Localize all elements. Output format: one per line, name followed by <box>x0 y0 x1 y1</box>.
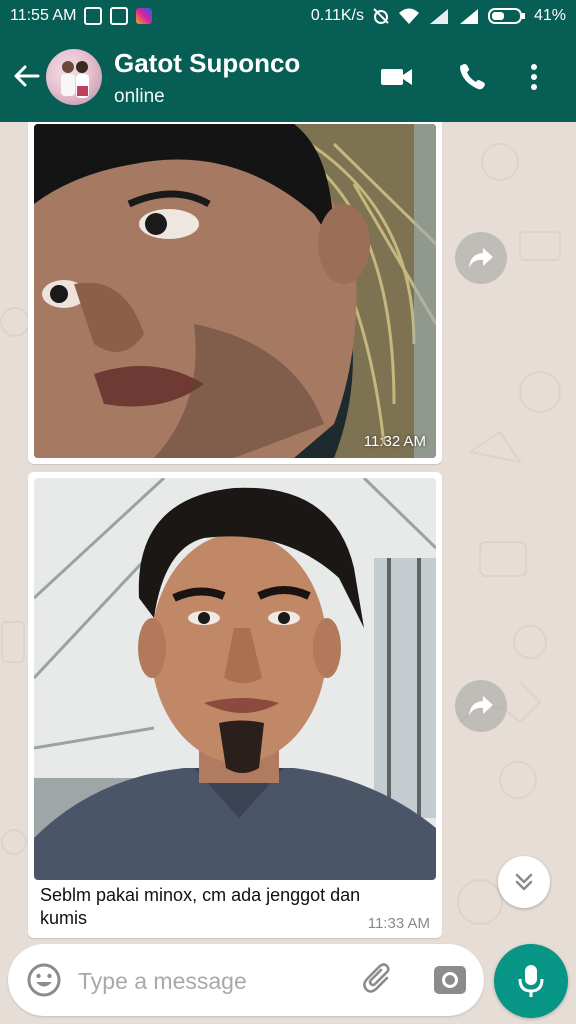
forward-icon <box>469 248 493 268</box>
signal-icon <box>429 9 448 24</box>
message-photo-2[interactable] <box>34 478 436 880</box>
battery-icon <box>487 8 525 24</box>
forward-button-2[interactable] <box>455 680 507 732</box>
message-input[interactable] <box>76 964 350 998</box>
message-time-2: 11:33 AM <box>367 915 430 932</box>
battery-percentage: 41% <box>533 7 566 24</box>
mic-button[interactable] <box>494 944 568 1018</box>
network-speed: 0.11K/s <box>310 7 364 24</box>
alarm-off-icon <box>373 8 389 24</box>
bbm-notification-icon <box>84 7 103 25</box>
more-options-icon[interactable] <box>524 62 544 92</box>
bbm-notification-icon-2 <box>110 7 129 25</box>
attach-icon[interactable] <box>360 962 396 998</box>
instagram-notification-icon <box>136 8 153 24</box>
camera-icon[interactable] <box>432 962 468 998</box>
message-photo-1[interactable]: 11:32 AM <box>34 124 436 458</box>
message-time-1: 11:32 AM <box>363 433 426 450</box>
selfie-photo-1 <box>34 124 436 458</box>
message-composer <box>8 944 484 1016</box>
scroll-down-icon <box>515 873 533 891</box>
phone-icon[interactable] <box>456 62 490 92</box>
message-caption-2: Seblm pakai minox, cm ada jenggot dan ku… <box>40 885 361 928</box>
back-arrow-icon[interactable] <box>12 62 40 90</box>
message-bubble-image-2[interactable]: Seblm pakai minox, cm ada jenggot dan ku… <box>28 472 442 938</box>
selfie-photo-2 <box>34 478 436 880</box>
chat-area[interactable]: 11:32 AM Seblm pakai minox, cm ada jengg… <box>0 122 576 942</box>
forward-icon <box>469 696 493 716</box>
emoji-icon[interactable] <box>26 962 62 998</box>
contact-avatar[interactable] <box>46 49 102 105</box>
signal-icon-2 <box>459 9 478 24</box>
status-time: 11:55 AM <box>10 7 77 24</box>
message-bubble-image-1[interactable]: 11:32 AM <box>28 122 442 464</box>
contact-name[interactable]: Gatot Suponco <box>114 48 300 79</box>
forward-button-1[interactable] <box>455 232 507 284</box>
contact-status: online <box>114 86 165 107</box>
video-call-icon[interactable] <box>380 62 414 92</box>
mic-icon <box>518 965 544 997</box>
status-bar: 11:55 AM 0.11K/s 41% <box>0 0 576 32</box>
chat-header: Gatot Suponco online <box>0 32 576 122</box>
scroll-to-bottom-button[interactable] <box>498 856 550 908</box>
wifi-icon <box>398 8 419 24</box>
